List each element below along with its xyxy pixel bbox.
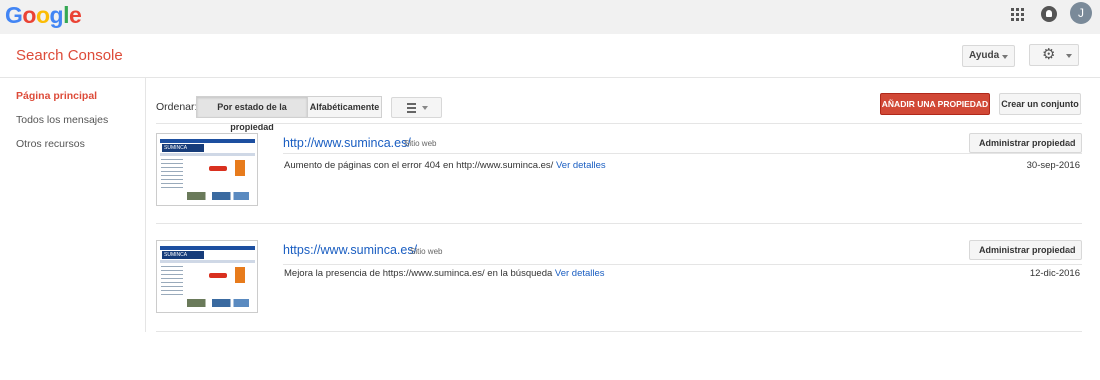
sidebar-item-other-resources[interactable]: Otros recursos: [16, 138, 85, 150]
property-url-link[interactable]: http://www.suminca.es/: [283, 136, 411, 150]
sidebar: Página principal Todos los mensajes Otro…: [0, 78, 146, 332]
settings-button[interactable]: ⚙: [1029, 44, 1079, 66]
chevron-down-icon: [1067, 142, 1073, 146]
manage-property-button[interactable]: Administrar propiedad: [969, 240, 1082, 260]
sidebar-item-all-messages[interactable]: Todos los mensajes: [16, 114, 108, 126]
logo-letter: G: [5, 2, 23, 28]
chevron-down-icon: [1002, 55, 1008, 59]
help-button-label: Ayuda: [969, 50, 1000, 61]
list-view-icon: [407, 103, 416, 115]
row-divider: [156, 223, 1082, 224]
row-divider: [156, 123, 1082, 124]
create-set-button[interactable]: Crear un conjunto: [999, 93, 1081, 115]
add-property-button[interactable]: AÑADIR UNA PROPIEDAD: [880, 93, 990, 115]
help-button[interactable]: Ayuda: [962, 45, 1015, 67]
chevron-down-icon: [422, 106, 428, 110]
top-bar: Google J: [0, 0, 1100, 34]
notifications-icon[interactable]: [1041, 6, 1057, 22]
manage-property-label: Administrar propiedad: [979, 138, 1076, 148]
chevron-down-icon: [1067, 249, 1073, 253]
property-thumbnail[interactable]: SUMINCA: [156, 240, 258, 313]
thumbnail-logo: SUMINCA: [162, 144, 204, 152]
property-type: Sitio web: [404, 139, 437, 148]
view-details-link[interactable]: Ver detalles: [556, 160, 606, 171]
apps-grid-icon[interactable]: [1011, 8, 1025, 22]
thumbnail-logo: SUMINCA: [162, 251, 204, 259]
sidebar-item-home[interactable]: Página principal: [16, 90, 97, 102]
view-options-button[interactable]: [391, 97, 442, 118]
property-message: Aumento de páginas con el error 404 en h…: [284, 160, 606, 171]
manage-property-label: Administrar propiedad: [979, 245, 1076, 255]
message-divider: [283, 153, 1082, 154]
chevron-down-icon: [1066, 54, 1072, 58]
logo-letter: e: [68, 2, 82, 28]
message-date: 30-sep-2016: [1026, 160, 1080, 171]
sort-by-status-button[interactable]: Por estado de la propiedad: [196, 96, 308, 132]
logo-letter: o: [35, 2, 50, 28]
app-title[interactable]: Search Console: [16, 47, 123, 64]
manage-property-button[interactable]: Administrar propiedad: [969, 133, 1082, 153]
message-date: 12-dic-2016: [1029, 268, 1080, 279]
avatar[interactable]: J: [1070, 2, 1092, 24]
message-text: Aumento de páginas con el error 404 en h…: [284, 160, 554, 171]
sort-alphabetical-button[interactable]: Alfabéticamente: [307, 96, 382, 118]
message-text: Mejora la presencia de https://www.sumin…: [284, 268, 553, 279]
property-type: Sitio web: [410, 247, 443, 256]
logo-letter: o: [22, 2, 36, 28]
header-divider: [0, 77, 1100, 78]
property-url-link[interactable]: https://www.suminca.es/: [283, 243, 417, 257]
gear-icon: ⚙: [1042, 46, 1056, 63]
list-bottom-divider: [156, 331, 1082, 332]
logo-letter: g: [49, 2, 64, 28]
property-message: Mejora la presencia de https://www.sumin…: [284, 268, 605, 279]
view-details-link[interactable]: Ver detalles: [555, 268, 605, 279]
message-divider: [283, 264, 1082, 265]
property-thumbnail[interactable]: SUMINCA: [156, 133, 258, 206]
sort-label: Ordenar:: [156, 101, 198, 113]
google-logo[interactable]: Google: [5, 2, 82, 29]
